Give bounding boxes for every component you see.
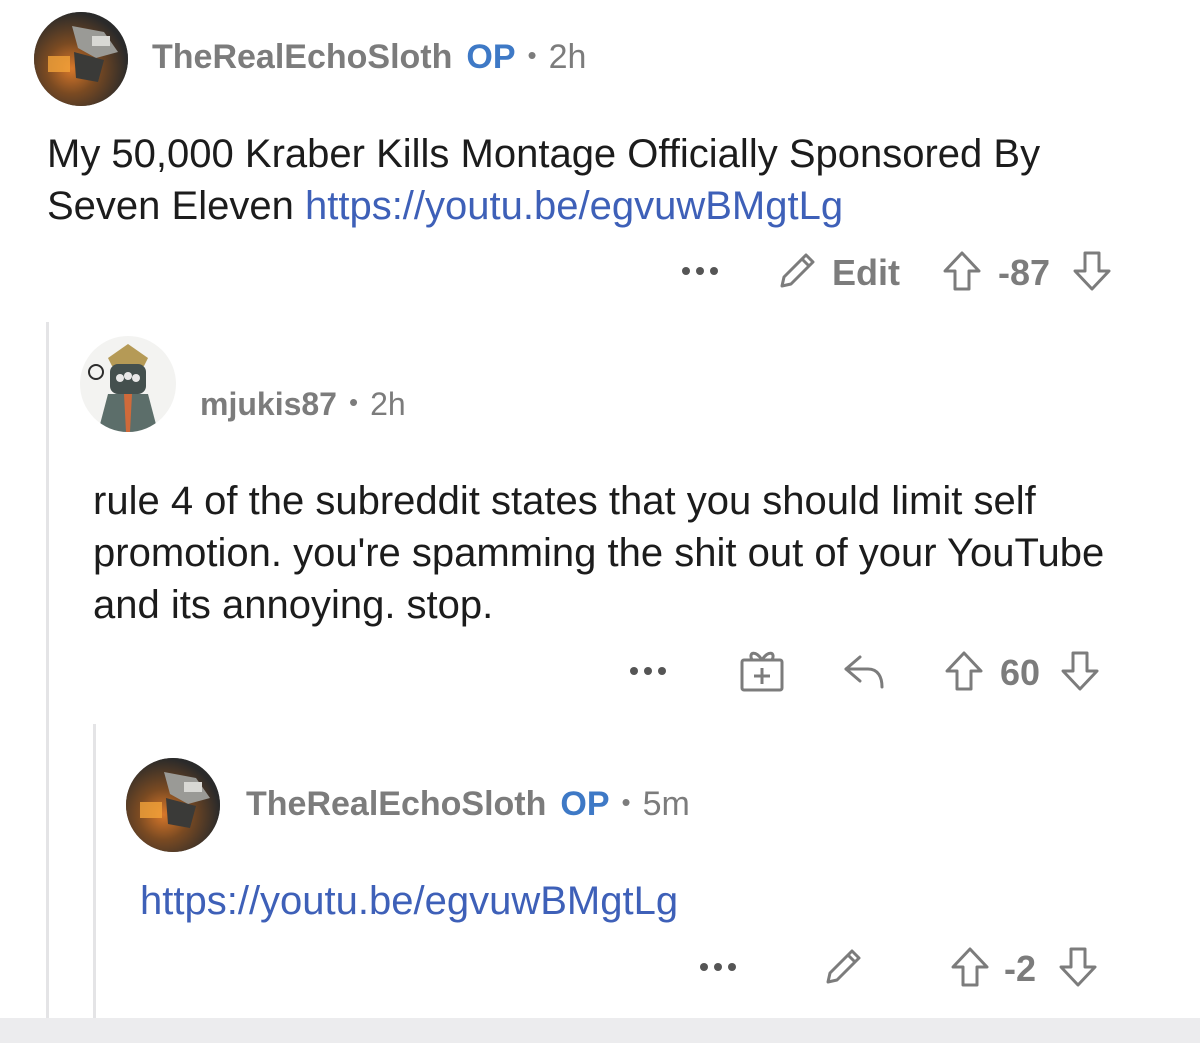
author-name[interactable]: mjukis87 bbox=[200, 386, 337, 423]
score: 60 bbox=[1000, 652, 1041, 693]
pencil-icon[interactable] bbox=[822, 946, 864, 993]
op-badge: OP bbox=[466, 38, 516, 76]
comment-meta: mjukis87 • 2h bbox=[200, 386, 406, 423]
upvote-icon[interactable] bbox=[950, 945, 990, 994]
more-icon[interactable] bbox=[698, 960, 748, 978]
avatar[interactable] bbox=[80, 336, 176, 432]
comment-actions: -2 bbox=[698, 946, 1098, 992]
pencil-icon bbox=[776, 250, 818, 297]
youtube-link[interactable]: https://youtu.be/egvuwBMgtLg bbox=[140, 879, 678, 923]
upvote-icon[interactable] bbox=[942, 249, 982, 298]
comment-body: https://youtu.be/egvuwBMgtLg bbox=[140, 875, 1140, 927]
comment-meta: TheRealEchoSloth OP • 5m bbox=[246, 785, 690, 824]
edit-label: Edit bbox=[832, 252, 900, 293]
avatar-image bbox=[126, 758, 220, 852]
reply-icon[interactable] bbox=[842, 651, 886, 696]
downvote-icon[interactable] bbox=[1060, 649, 1100, 698]
score: -2 bbox=[1004, 948, 1037, 989]
avatar[interactable] bbox=[34, 12, 128, 106]
upvote-icon[interactable] bbox=[944, 649, 984, 698]
timestamp: 2h bbox=[548, 38, 587, 76]
separator-dot: • bbox=[527, 40, 537, 70]
op-badge: OP bbox=[560, 785, 610, 823]
comment-actions: 60 bbox=[628, 650, 1100, 696]
bottom-edge bbox=[0, 1018, 1200, 1043]
separator-dot: • bbox=[621, 787, 631, 817]
avatar-image bbox=[80, 336, 176, 432]
score: -87 bbox=[998, 252, 1051, 293]
more-icon[interactable] bbox=[680, 264, 730, 282]
timestamp: 2h bbox=[370, 386, 406, 422]
gift-icon[interactable] bbox=[738, 648, 786, 699]
author-name[interactable]: TheRealEchoSloth bbox=[152, 38, 452, 77]
comment-actions: Edit -87 bbox=[680, 250, 1112, 296]
downvote-icon[interactable] bbox=[1058, 945, 1098, 994]
comment-meta: TheRealEchoSloth OP • 2h bbox=[152, 38, 586, 77]
comment-text: rule 4 of the subreddit states that you … bbox=[93, 479, 1105, 627]
edit-button[interactable]: Edit bbox=[776, 250, 900, 297]
downvote-icon[interactable] bbox=[1072, 249, 1112, 298]
author-name[interactable]: TheRealEchoSloth bbox=[246, 785, 546, 824]
more-icon[interactable] bbox=[628, 664, 678, 682]
comment-body: rule 4 of the subreddit states that you … bbox=[93, 475, 1153, 631]
avatar-image bbox=[34, 12, 128, 106]
youtube-link[interactable]: https://youtu.be/egvuwBMgtLg bbox=[305, 184, 843, 228]
avatar[interactable] bbox=[126, 758, 220, 852]
separator-dot: • bbox=[348, 387, 359, 417]
comment-body: My 50,000 Kraber Kills Montage Officiall… bbox=[47, 128, 1157, 232]
thread-line-level-2 bbox=[93, 724, 96, 1022]
thread-line-level-1 bbox=[46, 322, 49, 1022]
timestamp: 5m bbox=[642, 785, 690, 823]
